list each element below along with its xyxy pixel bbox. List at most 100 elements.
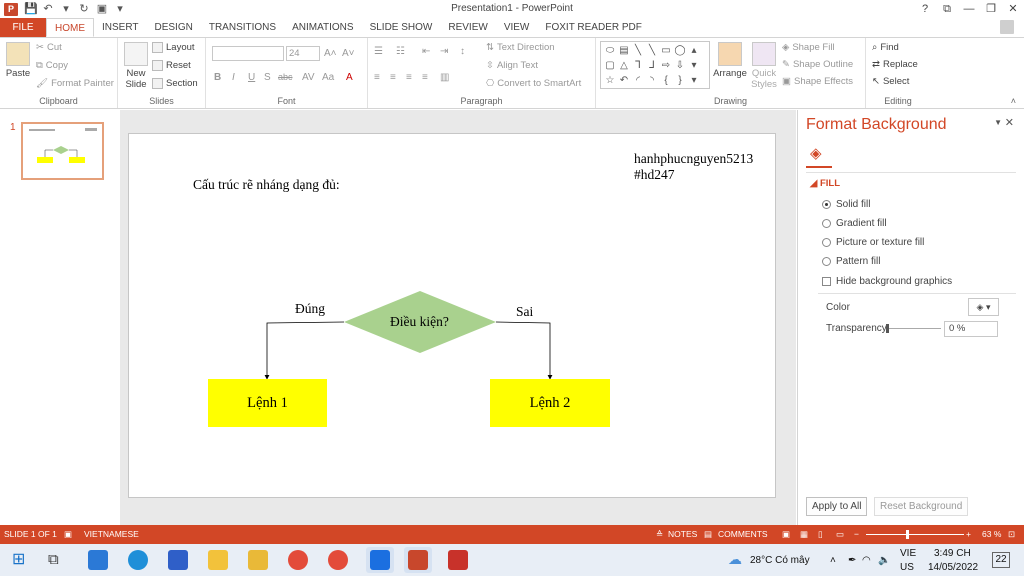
increase-indent-icon[interactable]: ⇥ (440, 46, 448, 57)
shape-textbox-icon[interactable]: ▤ (617, 43, 631, 58)
justify-icon[interactable]: ≡ (422, 72, 428, 83)
task-view-icon[interactable]: ⧉ (48, 550, 68, 570)
foxit-reader-icon[interactable] (448, 550, 468, 570)
shape-rect-icon[interactable]: ▭ (659, 43, 673, 58)
tab-design[interactable]: DESIGN (147, 18, 201, 37)
volume-icon[interactable]: 🔈 (878, 555, 890, 566)
windows-start-icon[interactable]: ⊞ (12, 550, 32, 570)
shape-elbow-icon[interactable]: ⅂ (631, 58, 645, 73)
shape-arc2-icon[interactable]: ◝ (645, 73, 659, 88)
transparency-slider-knob[interactable] (886, 324, 889, 333)
tab-animations[interactable]: ANIMATIONS (284, 18, 361, 37)
command-box-left[interactable]: Lệnh 1 (208, 379, 327, 427)
spell-check-icon[interactable]: ▣ (64, 525, 72, 544)
zoom-slider-knob[interactable] (906, 530, 909, 539)
zoom-in-icon[interactable]: + (966, 525, 971, 544)
dropdown-arrow-icon[interactable]: ▾ (60, 3, 72, 15)
bullets-icon[interactable]: ☰ (374, 46, 383, 57)
slide-sorter-icon[interactable]: ▦ (800, 525, 808, 544)
tab-slide-show[interactable]: SLIDE SHOW (362, 18, 441, 37)
reset-background-button[interactable]: Reset Background (874, 497, 969, 516)
powerpoint-taskbar-icon[interactable] (408, 550, 428, 570)
increase-font-icon[interactable]: A˄ (324, 48, 337, 59)
solid-fill-option[interactable]: Solid fill (822, 199, 870, 210)
tab-insert[interactable]: INSERT (94, 18, 147, 37)
columns-icon[interactable]: ▥ (440, 72, 449, 83)
shape-effects-button[interactable]: ▣ Shape Effects (782, 76, 853, 87)
visual-studio-icon[interactable] (168, 550, 188, 570)
user-avatar-icon[interactable] (1000, 20, 1014, 34)
input-language-top[interactable]: VIE (900, 548, 916, 559)
font-color-icon[interactable]: A (346, 72, 353, 83)
fit-slide-icon[interactable]: ⊡ (1008, 525, 1015, 544)
pen-tray-icon[interactable]: ✒ (848, 555, 856, 566)
shape-elbow2-icon[interactable]: ⅃ (645, 58, 659, 73)
close-icon[interactable]: ✕ (1002, 0, 1024, 18)
folder-icon[interactable] (248, 550, 268, 570)
gradient-fill-radio[interactable] (822, 219, 831, 228)
fill-category-icon[interactable]: ◈ (810, 144, 822, 162)
transparency-slider[interactable] (886, 324, 941, 333)
true-branch-connector[interactable] (264, 321, 345, 380)
hide-background-graphics-option[interactable]: Hide background graphics (822, 276, 952, 287)
redo-icon[interactable]: ↻ (78, 3, 90, 15)
reset-button[interactable]: Reset (152, 60, 191, 71)
chrome-profile-1-icon[interactable] (288, 550, 308, 570)
underline-icon[interactable]: U (248, 72, 255, 83)
false-branch-connector[interactable] (495, 321, 553, 380)
normal-view-icon[interactable]: ▣ (782, 525, 790, 544)
input-language-bottom[interactable]: US (900, 562, 914, 573)
align-right-icon[interactable]: ≡ (406, 72, 412, 83)
ribbon-display-icon[interactable]: ⧉ (936, 0, 958, 18)
tab-file[interactable]: FILE (0, 18, 46, 37)
text-direction-button[interactable]: ⇅ Text Direction (486, 42, 555, 53)
shape-line2-icon[interactable]: ╲ (645, 43, 659, 58)
format-painter-button[interactable]: 🖌 Format Painter (36, 78, 114, 89)
char-spacing-icon[interactable]: AV (302, 72, 315, 83)
zoom-out-icon[interactable]: − (854, 525, 859, 544)
shape-arrow-down-icon[interactable]: ⇩ (673, 58, 687, 73)
new-slide-button[interactable]: New Slide (122, 42, 150, 90)
save-icon[interactable]: 💾 (24, 3, 38, 15)
shape-oval-icon[interactable]: ◯ (673, 43, 687, 58)
font-size-input[interactable]: 24 (286, 46, 320, 61)
fill-section-header[interactable]: ◢ FILL (810, 178, 840, 189)
shape-curve-icon[interactable]: ↶ (617, 73, 631, 88)
shadow-icon[interactable]: S (264, 72, 271, 83)
notes-icon[interactable]: ≙ (656, 525, 663, 544)
command-box-right[interactable]: Lệnh 2 (490, 379, 610, 427)
restore-icon[interactable]: ❐ (980, 0, 1002, 18)
paste-button[interactable]: Paste (4, 42, 32, 79)
shape-line-icon[interactable]: ╲ (631, 43, 645, 58)
pane-close-icon[interactable]: ✕ (1005, 116, 1014, 129)
customize-toolbar-icon[interactable]: ▾ (114, 3, 126, 15)
strikethrough-icon[interactable]: abc (278, 72, 293, 82)
zalo-icon[interactable] (370, 550, 390, 570)
font-name-input[interactable] (212, 46, 284, 61)
apply-to-all-button[interactable]: Apply to All (806, 497, 868, 516)
edge-browser-icon[interactable] (128, 550, 148, 570)
pattern-fill-radio[interactable] (822, 257, 831, 266)
quick-styles-button[interactable]: Quick Styles (748, 42, 780, 90)
slide-canvas[interactable]: Cấu trúc rẽ nháng dạng đủ: hanhphucnguye… (128, 133, 776, 498)
picture-fill-option[interactable]: Picture or texture fill (822, 237, 924, 248)
tab-view[interactable]: VIEW (496, 18, 538, 37)
minimize-icon[interactable]: — (958, 0, 980, 18)
shape-brace-icon[interactable]: { (659, 73, 673, 88)
tab-foxit-reader-pdf[interactable]: FOXIT READER PDF (537, 18, 650, 37)
shape-scroll-icon[interactable]: ▾ (687, 58, 701, 73)
clock-date[interactable]: 14/05/2022 (928, 562, 978, 573)
align-text-button[interactable]: ⇳ Align Text (486, 60, 538, 71)
replace-button[interactable]: ⇄ Replace (872, 59, 918, 70)
layout-button[interactable]: Layout (152, 42, 195, 53)
copy-button[interactable]: ⧉ Copy (36, 60, 68, 71)
tray-up-arrow-icon[interactable]: ˄ (830, 555, 836, 566)
reading-view-icon[interactable]: ▯ (818, 525, 823, 544)
solid-fill-radio[interactable] (822, 200, 831, 209)
false-branch-label[interactable]: Sai (516, 304, 533, 320)
pane-options-icon[interactable]: ▼ (994, 118, 1002, 127)
zoom-slider[interactable] (866, 530, 964, 539)
file-explorer-icon[interactable] (208, 550, 228, 570)
language-indicator[interactable]: VIETNAMESE (84, 525, 139, 544)
arrange-button[interactable]: Arrange (712, 42, 748, 79)
